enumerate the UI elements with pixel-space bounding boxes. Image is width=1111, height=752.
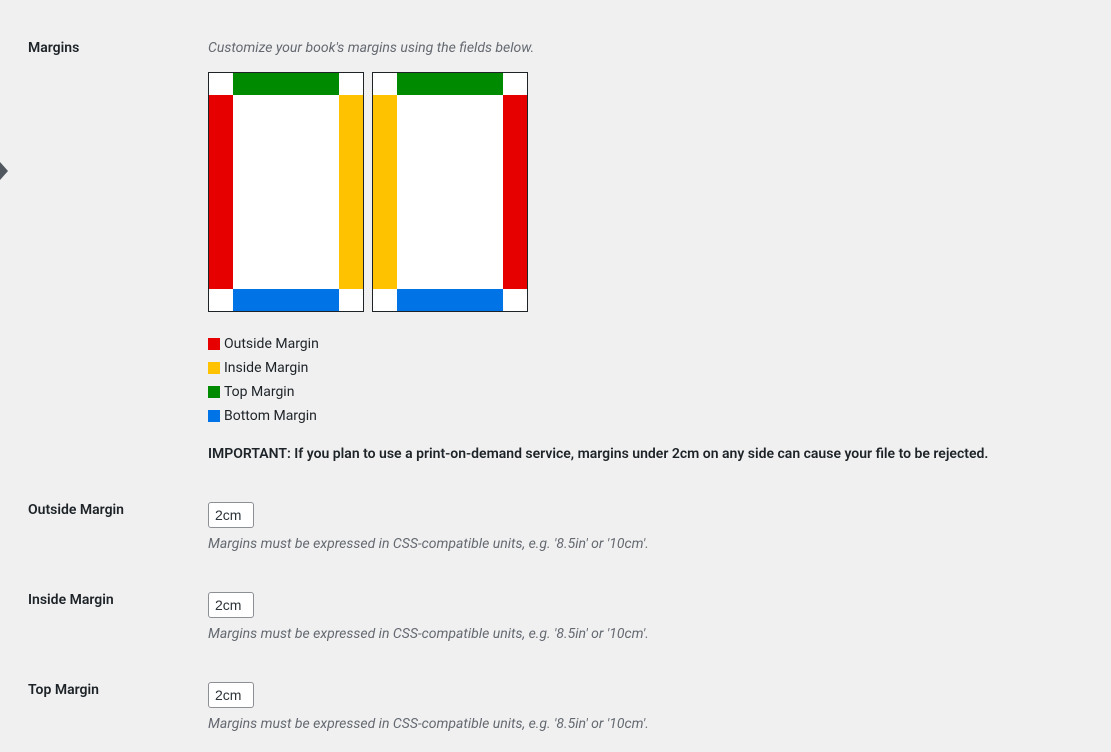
margins-description: Customize your book's margins using the … <box>208 40 1076 56</box>
diagram-inside-margin <box>373 95 397 289</box>
legend-item-outside: Outside Margin <box>208 336 1076 352</box>
legend-label-inside: Inside Margin <box>224 360 308 376</box>
margins-settings-section: Margins Customize your book's margins us… <box>0 0 1111 752</box>
inside-margin-label: Inside Margin <box>8 592 208 608</box>
swatch-blue-icon <box>208 410 220 422</box>
inside-margin-content: Margins must be expressed in CSS-compati… <box>208 592 1076 642</box>
margins-section-content: Customize your book's margins using the … <box>208 40 1076 462</box>
swatch-green-icon <box>208 386 220 398</box>
legend-label-outside: Outside Margin <box>224 336 319 352</box>
diagram-left-page <box>208 72 364 312</box>
outside-margin-label: Outside Margin <box>8 502 208 518</box>
outside-margin-content: Margins must be expressed in CSS-compati… <box>208 502 1076 552</box>
diagram-inside-margin <box>339 95 363 289</box>
top-margin-row: Top Margin Margins must be expressed in … <box>8 662 1086 752</box>
margins-diagram <box>208 72 1076 312</box>
margins-header-row: Margins Customize your book's margins us… <box>8 20 1086 482</box>
legend-label-top: Top Margin <box>224 384 294 400</box>
swatch-yellow-icon <box>208 362 220 374</box>
top-margin-help: Margins must be expressed in CSS-compati… <box>208 716 1076 732</box>
diagram-outside-margin <box>503 95 527 289</box>
diagram-top-margin <box>233 73 339 95</box>
margins-section-label: Margins <box>8 40 208 56</box>
diagram-bottom-margin <box>233 289 339 311</box>
diagram-bottom-margin <box>397 289 503 311</box>
legend-item-top: Top Margin <box>208 384 1076 400</box>
inside-margin-help: Margins must be expressed in CSS-compati… <box>208 626 1076 642</box>
diagram-outside-margin <box>209 95 233 289</box>
swatch-red-icon <box>208 338 220 350</box>
diagram-right-page <box>372 72 528 312</box>
margins-legend: Outside Margin Inside Margin Top Margin … <box>208 336 1076 424</box>
margins-important-note: IMPORTANT: If you plan to use a print-on… <box>208 446 1076 462</box>
inside-margin-input[interactable] <box>208 592 254 618</box>
legend-label-bottom: Bottom Margin <box>224 408 317 424</box>
legend-item-bottom: Bottom Margin <box>208 408 1076 424</box>
top-margin-content: Margins must be expressed in CSS-compati… <box>208 682 1076 732</box>
legend-item-inside: Inside Margin <box>208 360 1076 376</box>
outside-margin-input[interactable] <box>208 502 254 528</box>
outside-margin-help: Margins must be expressed in CSS-compati… <box>208 536 1076 552</box>
top-margin-label: Top Margin <box>8 682 208 698</box>
outside-margin-row: Outside Margin Margins must be expressed… <box>8 482 1086 572</box>
inside-margin-row: Inside Margin Margins must be expressed … <box>8 572 1086 662</box>
diagram-top-margin <box>397 73 503 95</box>
top-margin-input[interactable] <box>208 682 254 708</box>
